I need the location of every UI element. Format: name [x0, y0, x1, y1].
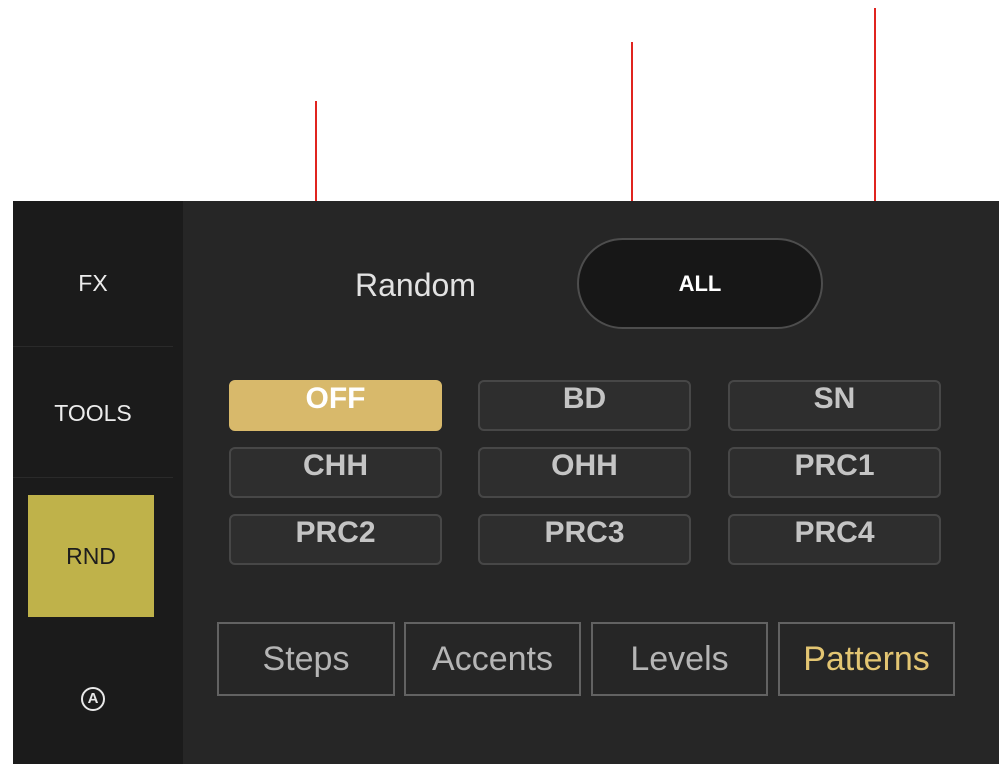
instrument-sn-chip[interactable]: SN [728, 380, 941, 431]
instrument-prc1-chip[interactable]: PRC1 [728, 447, 941, 498]
tab-steps[interactable]: Steps [217, 622, 395, 696]
sidebar-item-rnd[interactable]: RND [28, 495, 154, 617]
sidebar-item-label: TOOLS [54, 400, 132, 426]
instrument-prc2-chip[interactable]: PRC2 [229, 514, 442, 565]
sidebar-item-label: RND [66, 543, 116, 569]
instrument-off-chip[interactable]: OFF [229, 380, 442, 431]
sidebar-item-label: FX [78, 270, 108, 296]
instrument-prc4-chip[interactable]: PRC4 [728, 514, 941, 565]
circled-a-icon[interactable]: A [81, 687, 105, 711]
tab-levels[interactable]: Levels [591, 622, 768, 696]
sidebar-item-tools[interactable]: TOOLS [13, 373, 173, 453]
random-label: Random [355, 267, 476, 303]
sidebar: FX TOOLS RND A [13, 201, 183, 764]
tab-patterns[interactable]: Patterns [778, 622, 955, 696]
instrument-ohh-chip[interactable]: OHH [478, 447, 691, 498]
all-button[interactable]: ALL [577, 238, 823, 329]
sidebar-item-fx[interactable]: FX [13, 243, 173, 323]
instrument-chh-chip[interactable]: CHH [229, 447, 442, 498]
instrument-bd-chip[interactable]: BD [478, 380, 691, 431]
instrument-prc3-chip[interactable]: PRC3 [478, 514, 691, 565]
sidebar-divider [13, 477, 173, 478]
tab-accents[interactable]: Accents [404, 622, 581, 696]
device-panel: FX TOOLS RND A Random ALL OFF BD SN CHH … [13, 201, 999, 764]
sidebar-divider [13, 346, 173, 347]
